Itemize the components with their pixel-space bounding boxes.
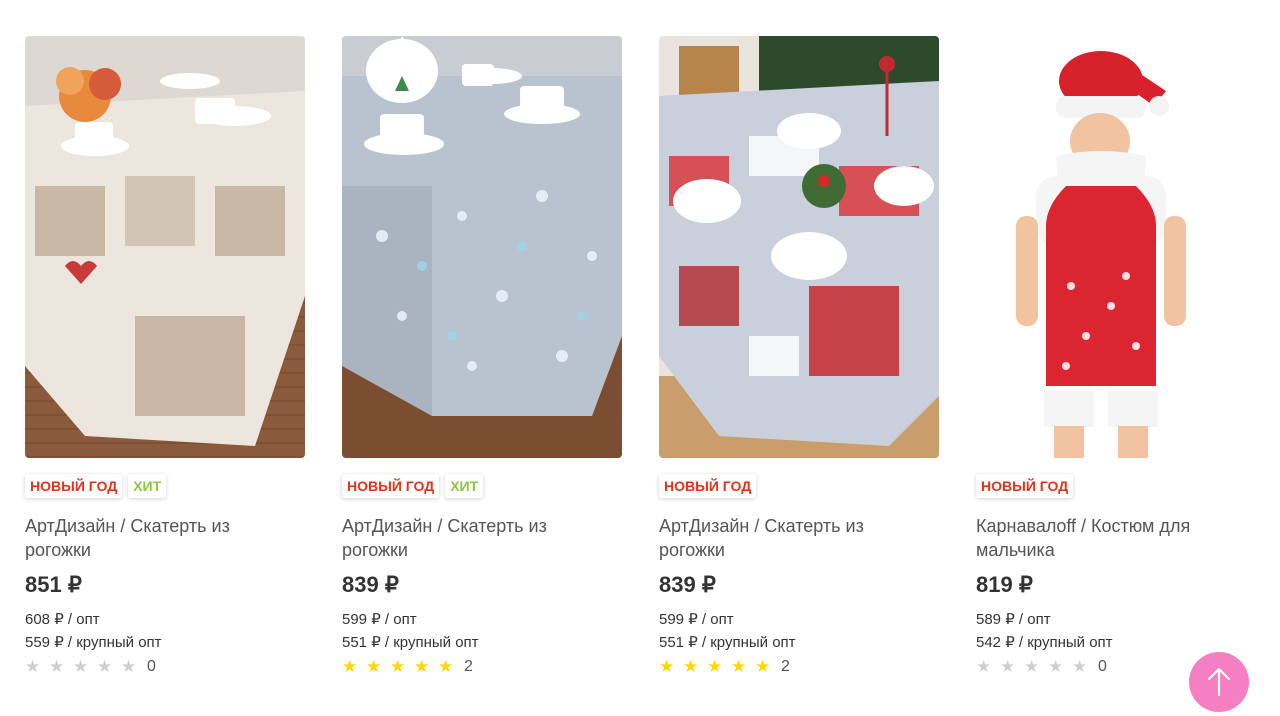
product-price: 839 ₽ xyxy=(342,572,399,597)
badge-list: НОВЫЙ ГОД ХИТ xyxy=(25,474,305,498)
star-icon: ★ xyxy=(659,657,675,676)
price-list: 599 ₽ / опт 551 ₽ / крупный опт xyxy=(342,608,622,654)
review-count: 2 xyxy=(781,658,790,675)
product-title-line: рогожки xyxy=(25,540,91,560)
rating: ★ ★ ★ ★ ★ 0 xyxy=(25,657,305,677)
product-price: 839 ₽ xyxy=(659,572,716,597)
review-count: 0 xyxy=(147,658,156,675)
product-image[interactable] xyxy=(659,36,939,458)
review-count: 2 xyxy=(464,658,473,675)
product-title[interactable]: АртДизайн / Скатерть из рогожки xyxy=(25,514,305,562)
bulk-wholesale-price: 551 ₽ / крупный опт xyxy=(342,634,479,651)
star-icon: ★ xyxy=(707,657,723,676)
product-title-line: АртДизайн / Скатерть из xyxy=(342,516,547,536)
star-icon: ★ xyxy=(755,657,771,676)
star-icon: ★ xyxy=(25,657,41,676)
bulk-wholesale-price: 542 ₽ / крупный опт xyxy=(976,634,1113,651)
star-icon: ★ xyxy=(1024,657,1040,676)
badge-list: НОВЫЙ ГОД xyxy=(659,474,939,498)
product-title-line: рогожки xyxy=(342,540,408,560)
review-count: 0 xyxy=(1098,658,1107,675)
product-title-line: мальчика xyxy=(976,540,1055,560)
badge-list: НОВЫЙ ГОД xyxy=(976,474,1256,498)
star-icon: ★ xyxy=(414,657,430,676)
product-card[interactable]: НОВЫЙ ГОД ХИТ АртДизайн / Скатерть из ро… xyxy=(342,36,622,677)
star-icon: ★ xyxy=(438,657,454,676)
badge-new-year: НОВЫЙ ГОД xyxy=(25,474,123,498)
product-title[interactable]: АртДизайн / Скатерть из рогожки xyxy=(659,514,939,562)
star-icon: ★ xyxy=(97,657,113,676)
badge-new-year: НОВЫЙ ГОД xyxy=(659,474,757,498)
star-icon: ★ xyxy=(683,657,699,676)
star-icon: ★ xyxy=(1072,657,1088,676)
product-price: 851 ₽ xyxy=(25,572,82,597)
price-list: 589 ₽ / опт 542 ₽ / крупный опт xyxy=(976,608,1256,654)
product-card[interactable]: НОВЫЙ ГОД ХИТ АртДизайн / Скатерть из ро… xyxy=(25,36,305,677)
badge-hit: ХИТ xyxy=(128,474,167,498)
star-icon: ★ xyxy=(1000,657,1016,676)
bulk-wholesale-price: 559 ₽ / крупный опт xyxy=(25,634,162,651)
star-icon: ★ xyxy=(73,657,89,676)
wholesale-price: 599 ₽ / опт xyxy=(659,611,734,628)
star-icon: ★ xyxy=(342,657,358,676)
wholesale-price: 599 ₽ / опт xyxy=(342,611,417,628)
product-title-line: Карнавалoff / Костюм для xyxy=(976,516,1191,536)
price-list: 608 ₽ / опт 559 ₽ / крупный опт xyxy=(25,608,305,654)
product-image[interactable] xyxy=(976,36,1256,458)
product-card[interactable]: НОВЫЙ ГОД АртДизайн / Скатерть из рогожк… xyxy=(659,36,939,677)
badge-list: НОВЫЙ ГОД ХИТ xyxy=(342,474,622,498)
product-image[interactable] xyxy=(25,36,305,458)
badge-hit: ХИТ xyxy=(445,474,484,498)
rating: ★ ★ ★ ★ ★ 2 xyxy=(342,657,622,677)
price-list: 599 ₽ / опт 551 ₽ / крупный опт xyxy=(659,608,939,654)
wholesale-price: 589 ₽ / опт xyxy=(976,611,1051,628)
star-icon: ★ xyxy=(1048,657,1064,676)
star-icon: ★ xyxy=(121,657,137,676)
star-icon: ★ xyxy=(731,657,747,676)
rating: ★ ★ ★ ★ ★ 2 xyxy=(659,657,939,677)
badge-new-year: НОВЫЙ ГОД xyxy=(342,474,440,498)
wholesale-price: 608 ₽ / опт xyxy=(25,611,100,628)
star-icon: ★ xyxy=(976,657,992,676)
product-image[interactable] xyxy=(342,36,622,458)
product-title[interactable]: Карнавалoff / Костюм для мальчика xyxy=(976,514,1256,562)
badge-new-year: НОВЫЙ ГОД xyxy=(976,474,1074,498)
product-price: 819 ₽ xyxy=(976,572,1033,597)
product-card[interactable]: НОВЫЙ ГОД Карнавалoff / Костюм для мальч… xyxy=(976,36,1256,677)
product-title[interactable]: АртДизайн / Скатерть из рогожки xyxy=(342,514,622,562)
bulk-wholesale-price: 551 ₽ / крупный опт xyxy=(659,634,796,651)
arrow-up-icon xyxy=(1207,667,1231,697)
product-title-line: рогожки xyxy=(659,540,725,560)
star-icon: ★ xyxy=(366,657,382,676)
star-icon: ★ xyxy=(49,657,65,676)
product-title-line: АртДизайн / Скатерть из xyxy=(25,516,230,536)
scroll-top-button[interactable] xyxy=(1189,652,1249,712)
product-title-line: АртДизайн / Скатерть из xyxy=(659,516,864,536)
product-grid: НОВЫЙ ГОД ХИТ АртДизайн / Скатерть из ро… xyxy=(25,36,1256,677)
star-icon: ★ xyxy=(390,657,406,676)
